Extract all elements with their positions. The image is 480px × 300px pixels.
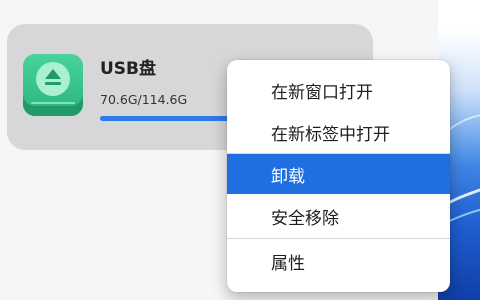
menu-item-open-new-tab[interactable]: 在新标签中打开 — [227, 112, 450, 152]
context-menu: 在新窗口打开 在新标签中打开 卸载 安全移除 属性 — [227, 60, 450, 292]
device-name: USB盘 — [100, 59, 157, 79]
drive-slot — [31, 102, 75, 104]
menu-separator — [227, 238, 450, 239]
menu-item-properties[interactable]: 属性 — [227, 241, 450, 281]
eject-arrow-icon — [45, 69, 61, 79]
eject-bar-icon — [45, 82, 61, 85]
device-usage-text: 70.6G/114.6G — [100, 92, 188, 107]
menu-item-open-new-window[interactable]: 在新窗口打开 — [227, 70, 450, 110]
menu-item-safely-remove[interactable]: 安全移除 — [227, 196, 450, 236]
eject-disc-icon — [36, 62, 70, 96]
menu-item-unmount[interactable]: 卸载 — [227, 154, 450, 194]
usb-drive-icon — [23, 54, 83, 116]
